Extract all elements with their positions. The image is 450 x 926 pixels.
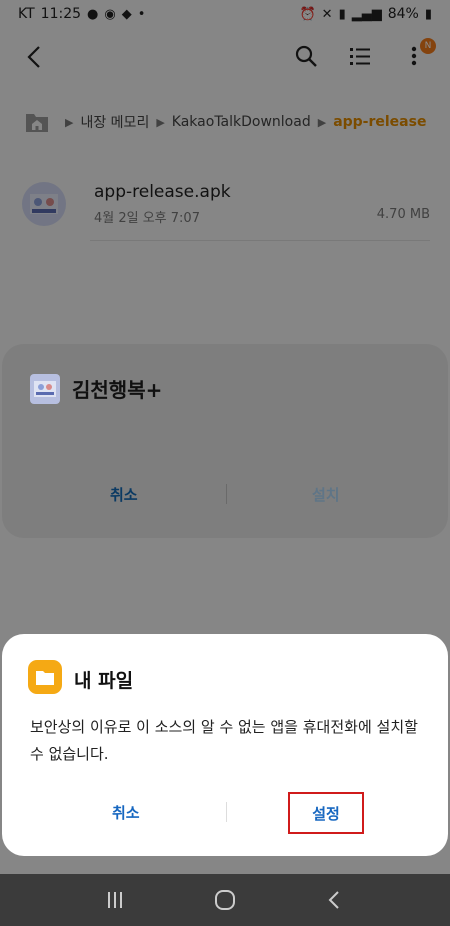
recent-apps-icon [108, 892, 122, 908]
settings-button[interactable]: 설정 [288, 792, 364, 834]
install-cancel-button[interactable]: 취소 [110, 484, 138, 505]
cancel-button[interactable]: 취소 [112, 802, 140, 823]
settings-button-label: 설정 [312, 804, 340, 823]
nav-back-button[interactable] [320, 885, 350, 915]
my-files-icon [28, 660, 62, 694]
install-dialog: 김천행복+ 취소 설치 [2, 344, 448, 538]
app-name: 김천행복+ [72, 378, 163, 402]
install-button[interactable]: 설치 [312, 484, 340, 505]
divider [226, 484, 227, 504]
app-icon [30, 374, 60, 404]
dialog-title: 내 파일 [74, 670, 134, 692]
dialog-message: 보안상의 이유로 이 소스의 알 수 없는 앱을 휴대전화에 설치할 수 없습니… [30, 718, 418, 763]
security-dialog: 내 파일 보안상의 이유로 이 소스의 알 수 없는 앱을 휴대전화에 설치할 … [2, 634, 448, 856]
nav-back-icon [328, 891, 339, 909]
home-circle-icon [215, 890, 235, 910]
divider [226, 802, 227, 822]
recent-apps-button[interactable] [100, 885, 130, 915]
navigation-bar [0, 874, 450, 926]
home-button[interactable] [210, 885, 240, 915]
